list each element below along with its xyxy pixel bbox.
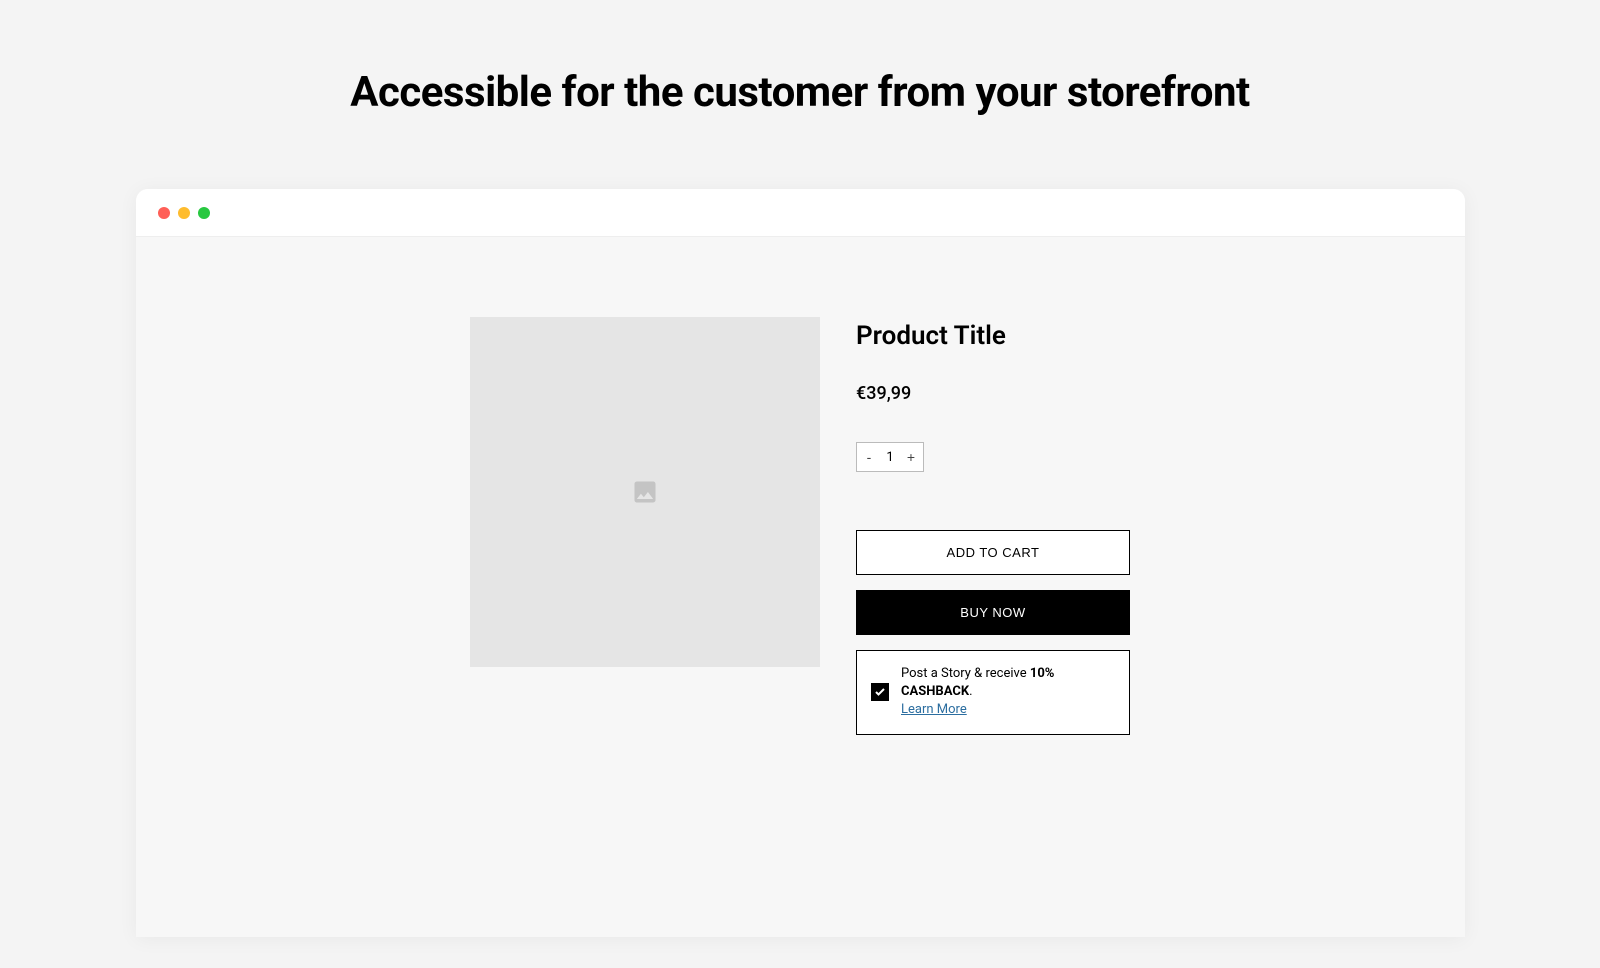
quantity-decrement-button[interactable]: - xyxy=(857,443,881,471)
image-placeholder-icon xyxy=(631,478,659,506)
cashback-text: Post a Story & receive 10% CASHBACK. Lea… xyxy=(901,665,1115,720)
checkmark-icon xyxy=(874,686,886,698)
product-title: Product Title xyxy=(856,321,1130,351)
traffic-lights xyxy=(158,207,210,219)
cashback-offer-box: Post a Story & receive 10% CASHBACK. Lea… xyxy=(856,650,1130,735)
learn-more-link[interactable]: Learn More xyxy=(901,702,967,717)
browser-content: Product Title €39,99 - 1 + ADD TO CART B… xyxy=(136,237,1465,937)
product-image-placeholder xyxy=(470,317,820,667)
quantity-stepper: - 1 + xyxy=(856,442,924,472)
product-layout: Product Title €39,99 - 1 + ADD TO CART B… xyxy=(470,317,1130,937)
product-price: €39,99 xyxy=(856,383,1130,404)
cashback-suffix: . xyxy=(969,684,972,699)
maximize-icon[interactable] xyxy=(198,207,210,219)
page-title: Accessible for the customer from your st… xyxy=(0,68,1600,117)
buy-now-button[interactable]: BUY NOW xyxy=(856,590,1130,635)
browser-window: Product Title €39,99 - 1 + ADD TO CART B… xyxy=(136,189,1465,937)
product-details: Product Title €39,99 - 1 + ADD TO CART B… xyxy=(856,317,1130,937)
quantity-value: 1 xyxy=(881,443,899,471)
cashback-prefix: Post a Story & receive xyxy=(901,666,1030,681)
close-icon[interactable] xyxy=(158,207,170,219)
add-to-cart-button[interactable]: ADD TO CART xyxy=(856,530,1130,575)
minimize-icon[interactable] xyxy=(178,207,190,219)
cashback-checkbox[interactable] xyxy=(871,683,889,701)
quantity-increment-button[interactable]: + xyxy=(899,443,923,471)
browser-chrome xyxy=(136,189,1465,237)
